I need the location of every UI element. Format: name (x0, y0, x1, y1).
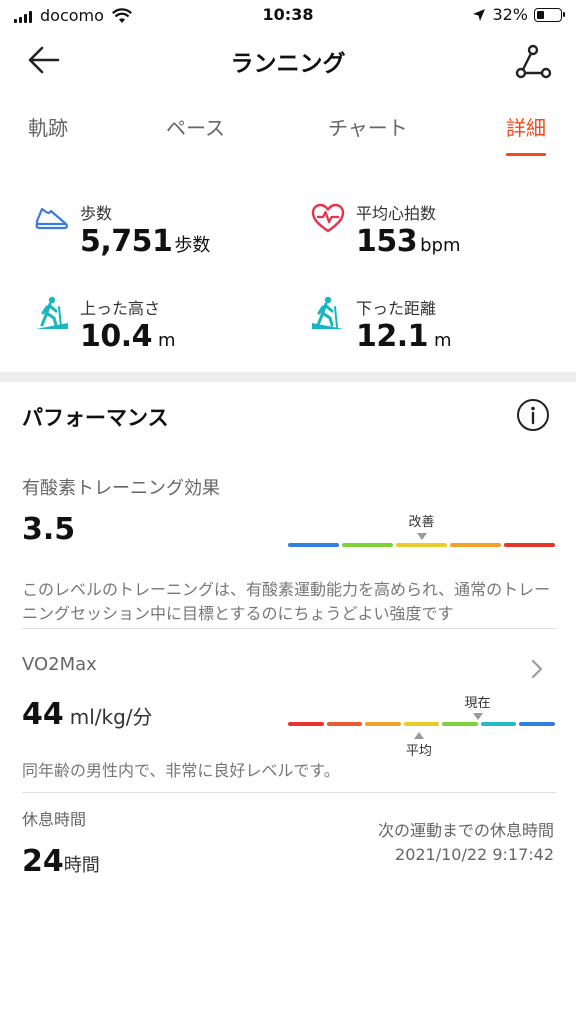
bar-segment (365, 722, 401, 726)
active-tab-underline (506, 153, 546, 156)
heart-rate-value-row: 153 bpm (356, 224, 461, 259)
tab-pace-label: ペース (166, 116, 225, 140)
shoe-icon (35, 207, 68, 230)
vo2max-level-bar (288, 722, 556, 726)
bar-segment (519, 722, 556, 726)
tab-track-label: 軌跡 (28, 116, 68, 140)
descent-unit: m (434, 330, 452, 351)
divider-2 (22, 792, 556, 793)
aerobic-level-bar (288, 543, 555, 547)
heart-rate-icon (311, 203, 345, 233)
tab-pace[interactable]: ペース (166, 112, 225, 156)
vo2max-unit: ml/kg/分 (69, 705, 153, 729)
ascent-unit: m (158, 330, 176, 351)
rest-time-unit: 時間 (63, 855, 100, 876)
tab-track[interactable]: 軌跡 (28, 112, 68, 156)
battery-percent: 32% (492, 5, 528, 24)
vo2max-value: 44 (22, 697, 64, 732)
section-divider (0, 372, 576, 382)
vo2max-value-row: 44 ml/kg/分 (22, 697, 153, 732)
descent-label: 下った距離 (356, 299, 437, 318)
chevron-right-icon[interactable] (530, 658, 544, 680)
heart-rate-unit: bpm (420, 235, 461, 256)
next-workout-label: 次の運動までの休息時間 (377, 821, 554, 840)
bar-segment (326, 722, 363, 726)
descent-value-row: 12.1 m (356, 319, 452, 354)
performance-title: パフォーマンス (22, 406, 169, 430)
bar-segment (342, 543, 393, 547)
bar-segment (288, 722, 324, 726)
vo2max-label: VO2Max (22, 654, 97, 675)
vo2max-average-label: 平均 (405, 744, 432, 759)
bar-segment (396, 543, 447, 547)
rest-time-value: 24 (22, 844, 64, 879)
steps-label: 歩数 (80, 204, 113, 223)
hiker-uphill-icon (36, 296, 68, 329)
bar-segment (450, 543, 501, 547)
steps-unit: 歩数 (174, 235, 211, 256)
divider-1 (22, 628, 556, 629)
location-arrow-icon (473, 8, 486, 21)
vo2max-description: 同年齢の男性内で、非常に良好レベルです。 (22, 761, 340, 780)
heart-rate-label: 平均心拍数 (356, 204, 437, 223)
bar-segment (480, 722, 517, 726)
tab-chart[interactable]: チャート (328, 112, 408, 156)
status-right: 32% (472, 5, 565, 24)
vo2max-current-label: 現在 (464, 696, 491, 711)
bar-segment (504, 543, 555, 547)
bar-segment (442, 722, 478, 726)
vo2max-average-arrow (413, 732, 424, 739)
header: ランニング (0, 30, 576, 90)
rest-time-value-row: 24時間 (22, 844, 100, 879)
aerobic-marker-arrow (416, 533, 427, 540)
ascent-value-row: 10.4 m (80, 319, 176, 354)
rest-time-label: 休息時間 (22, 810, 87, 829)
descent-value: 12.1 (356, 319, 429, 354)
bar-segment (288, 543, 339, 547)
ascent-label: 上った高さ (80, 299, 161, 318)
tab-details-label: 詳細 (506, 116, 546, 140)
info-icon[interactable] (516, 398, 550, 432)
aerobic-marker-label: 改善 (408, 515, 435, 530)
bar-segment (403, 722, 440, 726)
route-share-icon[interactable] (510, 40, 554, 84)
page-title: ランニング (230, 51, 346, 77)
hiker-downhill-icon (312, 296, 344, 329)
tab-chart-label: チャート (328, 116, 408, 140)
aerobic-effect-value: 3.5 (22, 512, 76, 547)
aerobic-effect-label: 有酸素トレーニング効果 (22, 478, 220, 499)
next-workout-time: 2021/10/22 9:17:42 (395, 845, 554, 864)
tab-bar: 軌跡 ペース チャート 詳細 (0, 112, 576, 162)
ascent-value: 10.4 (80, 319, 153, 354)
aerobic-description: このレベルのトレーニングは、有酸素運動能力を高められ、通常のトレーニングセッショ… (22, 580, 551, 623)
heart-rate-value: 153 (356, 224, 418, 259)
steps-value-row: 5,751 歩数 (80, 224, 210, 259)
vo2max-current-arrow (472, 713, 483, 720)
tab-details[interactable]: 詳細 (506, 112, 546, 156)
steps-value: 5,751 (80, 224, 173, 259)
battery-icon (534, 7, 565, 22)
status-bar: docomo 10:38 32% (0, 0, 576, 30)
